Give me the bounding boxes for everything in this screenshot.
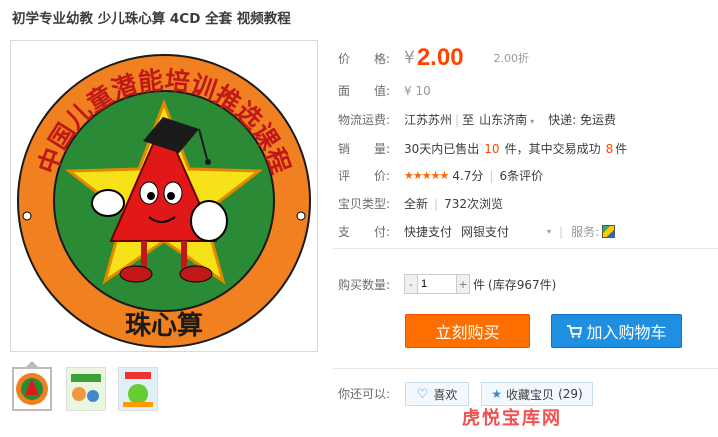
sales-success-count: 8	[605, 141, 614, 156]
payment-method-1: 快捷支付	[404, 225, 453, 239]
favorite-button[interactable]: ★ 收藏宝贝 (29)	[481, 382, 593, 406]
rating-label: 评 价:	[338, 169, 391, 183]
quantity-increase-button[interactable]: +	[457, 275, 469, 293]
favorite-count: (29)	[558, 387, 583, 401]
shipping-from: 江苏苏州	[404, 113, 453, 127]
service-guarantee-icon[interactable]	[602, 225, 616, 238]
currency-symbol: ¥	[404, 48, 415, 68]
shipping-label: 物流运费:	[338, 113, 391, 127]
chevron-down-icon: ▾	[530, 117, 535, 126]
heart-icon: ♡	[416, 386, 429, 402]
payment-row: 支 付: 快捷支付 网银支付 ▾ | 服务:	[338, 223, 616, 240]
stock-info: (库存967件)	[488, 277, 557, 292]
price-value: 2.00	[416, 44, 464, 71]
sales-count: 10	[484, 141, 500, 156]
buy-now-label: 立刻购买	[435, 323, 500, 342]
thumbnail-cd-image	[67, 368, 105, 410]
like-button[interactable]: ♡ 喜欢	[405, 382, 469, 406]
payment-label: 支 付:	[338, 225, 391, 239]
watermark: 虎悦宝库网	[462, 408, 562, 429]
shipping-destination-select[interactable]: 山东济南 ▾	[479, 111, 534, 128]
thumbnail-box-image	[119, 368, 157, 410]
payment-method-2: 网银支付	[461, 225, 510, 239]
like-label: 喜欢	[433, 387, 458, 402]
star-icon: ★	[491, 387, 503, 401]
shipping-to-sep: 至	[462, 113, 475, 127]
shipping-express: 快递: 免运费	[548, 113, 616, 127]
share-label: 你还可以:	[338, 387, 391, 401]
thumbnail-logo-image	[16, 373, 48, 405]
rating-score: 4.7分	[452, 169, 484, 183]
item-type-label: 宝贝类型:	[338, 197, 391, 211]
item-views: 732次浏览	[444, 197, 503, 211]
price-label: 价 格:	[338, 51, 391, 66]
divider	[333, 368, 718, 369]
quantity-stepper: - +	[404, 274, 470, 294]
item-type-row: 宝贝类型: 全新 | 732次浏览	[338, 196, 503, 212]
sales-mid: 件，其中交易成功	[504, 142, 601, 156]
rating-row: 评 价: ★★★★★ 4.7分 | 6条评价	[338, 167, 544, 184]
price-row: 价 格: ¥ 2.00 2.00折	[338, 44, 529, 72]
shipping-to: 山东济南	[479, 113, 528, 127]
quantity-decrease-button[interactable]: -	[405, 275, 417, 293]
quantity-unit: 件	[473, 277, 486, 292]
thumbnail-1[interactable]	[12, 367, 52, 411]
service-label: 服务:	[571, 225, 600, 239]
add-to-cart-button[interactable]: 加入购物车	[551, 314, 682, 348]
sales-label: 销 量:	[338, 142, 391, 156]
add-to-cart-label: 加入购物车	[586, 323, 667, 342]
star-rating-icon: ★★★★★	[404, 169, 449, 182]
sales-suffix: 件	[615, 142, 628, 156]
item-condition: 全新	[404, 197, 429, 211]
cart-icon	[567, 325, 583, 338]
face-value-label: 面 值:	[338, 84, 391, 98]
face-value: ¥ 10	[404, 83, 431, 98]
divider	[333, 248, 718, 249]
face-value-row: 面 值: ¥ 10	[338, 82, 431, 99]
abacus-course-logo: 中国儿童潜能培训推选课程 珠心算	[17, 54, 311, 348]
product-title: 初学专业幼教 少儿珠心算 4CD 全套 视频教程	[12, 11, 291, 27]
sales-prefix: 30天内已售出	[404, 142, 480, 156]
buy-now-button[interactable]: 立刻购买	[405, 314, 530, 348]
favorite-label: 收藏宝贝	[506, 387, 555, 402]
payment-dropdown-icon[interactable]: ▾	[547, 227, 551, 236]
reviews-link[interactable]: 6条评价	[499, 167, 543, 184]
main-product-image[interactable]: 中国儿童潜能培训推选课程 珠心算	[10, 40, 318, 352]
sales-row: 销 量: 30天内已售出 10 件，其中交易成功 8 件	[338, 140, 627, 157]
shipping-row: 物流运费: 江苏苏州 | 至 山东济南 ▾ 快递: 免运费	[338, 111, 616, 128]
thumbnail-3[interactable]	[118, 367, 158, 411]
svg-text:珠心算: 珠心算	[125, 310, 203, 340]
thumbnail-2[interactable]	[66, 367, 106, 411]
quantity-label: 购买数量:	[338, 277, 391, 292]
quantity-input[interactable]	[417, 275, 457, 293]
discount-text: 2.00折	[493, 52, 530, 65]
quantity-row: 购买数量: - + 件 (库存967件)	[338, 274, 556, 294]
share-row: 你还可以:	[338, 385, 404, 402]
